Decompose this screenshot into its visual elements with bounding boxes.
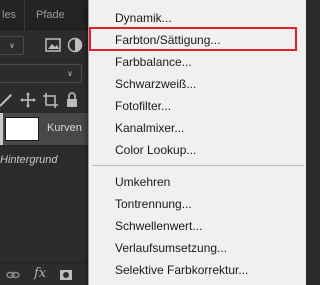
fx-icon[interactable]: fx — [34, 266, 46, 281]
menu-item-color-lookup[interactable]: Color Lookup... — [89, 138, 307, 160]
pixel-layer-filter-icon[interactable] — [44, 36, 62, 54]
menu-item-verlaufsumsetzung[interactable]: Verlaufsumsetzung... — [89, 236, 307, 258]
mask-icon[interactable] — [59, 268, 73, 282]
menu-item-farbbalance[interactable]: Farbbalance... — [89, 50, 307, 72]
menu-item-selektive-farbkorrektur[interactable]: Selektive Farbkorrektur... — [89, 258, 307, 280]
adjustment-layer-filter-icon[interactable] — [66, 36, 84, 54]
adjustments-context-menu: Dynamik... Farbton/Sättigung... Farbbala… — [88, 0, 306, 285]
menu-item-schwarzweiss[interactable]: Schwarzweiß... — [89, 72, 307, 94]
menu-item-kanalmixer[interactable]: Kanalmixer... — [89, 116, 307, 138]
layer-name-kurven: Kurven — [47, 122, 82, 134]
menu-separator — [92, 165, 304, 166]
menu-item-farbton-saettigung[interactable]: Farbton/Sättigung... — [89, 28, 307, 50]
menu-item-umkehren[interactable]: Umkehren — [89, 170, 307, 192]
blend-mode-dropdown[interactable]: ∨ — [0, 64, 82, 83]
tab-layers[interactable]: les — [2, 0, 16, 30]
lock-position-icon[interactable] — [20, 92, 36, 108]
chevron-down-icon: ∨ — [67, 69, 73, 78]
chevron-down-icon: ∨ — [9, 41, 15, 50]
layer-mask-thumbnail[interactable] — [5, 117, 39, 141]
lock-all-icon[interactable] — [64, 92, 80, 108]
filter-kind-dropdown[interactable]: ∨ — [0, 36, 24, 55]
menu-item-dynamik[interactable]: Dynamik... — [89, 6, 307, 28]
menu-item-schwellenwert[interactable]: Schwellenwert... — [89, 214, 307, 236]
layer-visibility-indicator[interactable] — [0, 113, 3, 145]
layer-name-hintergrund: Hintergrund — [0, 154, 58, 166]
tab-paths[interactable]: Pfade — [24, 0, 84, 30]
link-icon[interactable] — [6, 268, 20, 282]
menu-item-tontrennung[interactable]: Tontrennung... — [89, 192, 307, 214]
lock-transparent-pixels-icon[interactable] — [0, 92, 14, 108]
menu-item-fotofilter[interactable]: Fotofilter... — [89, 94, 307, 116]
lock-artboard-icon[interactable] — [42, 92, 58, 108]
